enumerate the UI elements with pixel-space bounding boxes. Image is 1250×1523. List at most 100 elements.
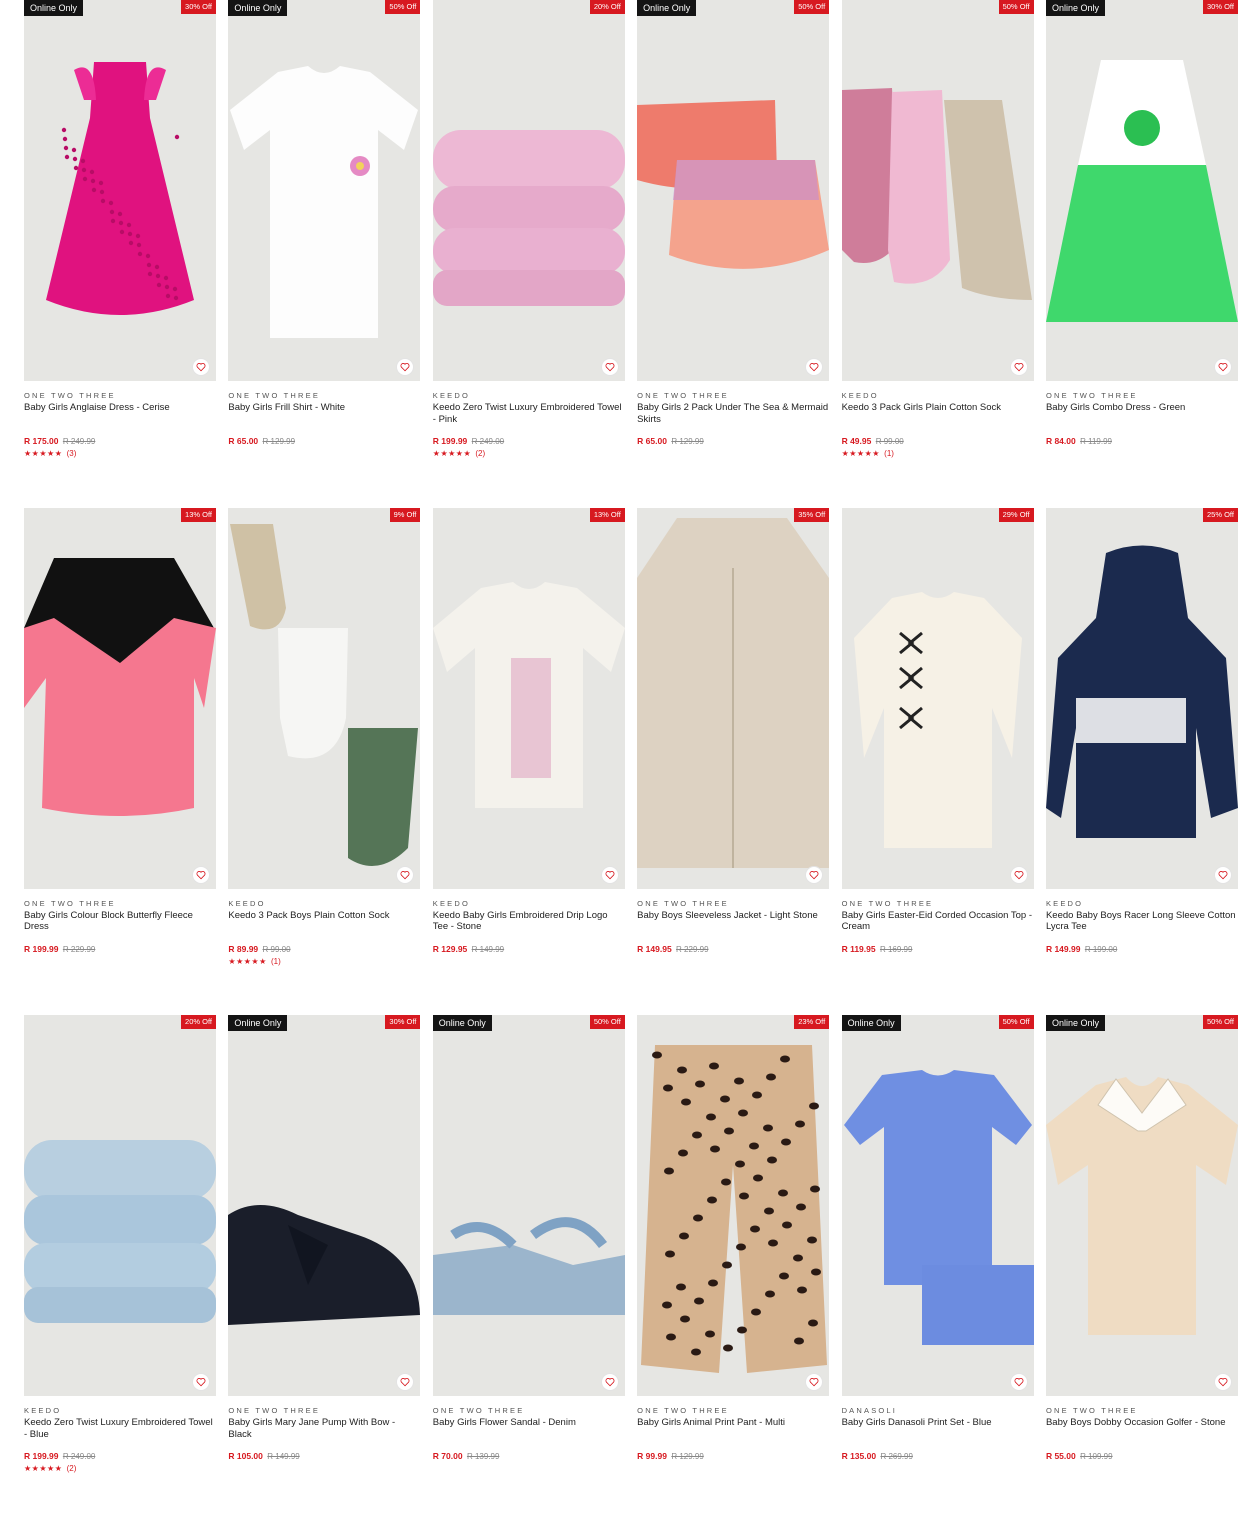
product-card[interactable]: Online Only 30% Off ONE TWO THREE Baby G… [228, 1015, 421, 1523]
product-card[interactable]: Online Only 50% Off DANASOLI Baby Girls … [841, 1015, 1034, 1523]
product-card[interactable]: 9% Off KEEDO Keedo 3 Pack Boys Plain Cot… [228, 507, 421, 1016]
product-brand: ONE TWO THREE [637, 1406, 729, 1415]
product-card[interactable]: Online Only 50% Off ONE TWO THREE Baby G… [637, 0, 830, 508]
product-name[interactable]: Keedo Zero Twist Luxury Embroidered Towe… [433, 402, 625, 436]
heart-icon [196, 1378, 206, 1387]
wishlist-button[interactable] [1213, 1373, 1232, 1391]
product-image[interactable]: Online Only 30% Off [1045, 0, 1238, 381]
product-image[interactable]: Online Only 50% Off [228, 0, 421, 381]
product-image-art [641, 1045, 828, 1373]
product-image[interactable]: 20% Off [432, 0, 625, 381]
product-name[interactable]: Baby Boys Sleeveless Jacket - Light Ston… [637, 910, 829, 944]
wishlist-button[interactable] [1009, 358, 1028, 376]
product-card[interactable]: 29% Off ONE TWO THREE Baby Girls Easter-… [841, 507, 1034, 1016]
product-grid: Online Only 30% Off ONE TWO THREE Baby G… [24, 0, 1238, 1523]
product-price: R 99.99 R 129.99 [637, 1451, 829, 1462]
product-card[interactable]: 20% Off KEEDO Keedo Zero Twist Luxury Em… [24, 1015, 216, 1523]
product-image-art [24, 1140, 216, 1323]
product-image-art [432, 130, 625, 306]
product-image[interactable]: Online Only 50% Off [432, 1015, 625, 1396]
product-card[interactable]: Online Only 30% Off ONE TWO THREE Baby G… [1045, 0, 1238, 508]
product-price: R 175.00 R 249.99 [24, 436, 216, 447]
original-price: R 129.99 [671, 1452, 704, 1461]
product-name[interactable]: Baby Girls Anglaise Dress - Cerise [24, 402, 216, 436]
product-name[interactable]: Baby Girls Animal Print Pant - Multi [637, 1417, 829, 1451]
wishlist-button[interactable] [192, 865, 210, 884]
wishlist-button[interactable] [396, 865, 415, 884]
product-name[interactable]: Keedo 3 Pack Boys Plain Cotton Sock [228, 910, 420, 944]
product-price: R 49.95 R 99.00 [842, 436, 1034, 447]
discount-badge: 50% Off [794, 0, 830, 14]
product-card[interactable]: Online Only 30% Off ONE TWO THREE Baby G… [24, 0, 216, 508]
product-image[interactable]: 29% Off [841, 507, 1034, 889]
product-image[interactable]: 35% Off [637, 507, 830, 889]
product-card[interactable]: 20% Off KEEDO Keedo Zero Twist Luxury Em… [432, 0, 625, 508]
product-image[interactable]: Online Only 50% Off [841, 1015, 1034, 1396]
original-price: R 129.99 [262, 437, 296, 446]
heart-icon [196, 870, 206, 879]
product-image[interactable]: 13% Off [24, 507, 216, 889]
star-icon: ★★★★★ [841, 449, 880, 458]
product-name[interactable]: Baby Girls Easter-Eid Corded Occasion To… [842, 910, 1034, 944]
star-icon: ★★★★★ [228, 956, 267, 966]
product-name[interactable]: Baby Girls Danasoli Print Set - Blue [842, 1417, 1034, 1451]
product-image[interactable]: 20% Off [24, 1015, 216, 1396]
wishlist-button[interactable] [192, 1373, 210, 1391]
product-image[interactable]: 23% Off [637, 1015, 830, 1396]
product-image[interactable]: 50% Off [841, 0, 1034, 381]
wishlist-button[interactable] [600, 1373, 619, 1391]
product-card[interactable]: Online Only 50% Off ONE TWO THREE Baby G… [432, 1015, 625, 1523]
wishlist-button[interactable] [192, 358, 210, 376]
product-name[interactable]: Keedo 3 Pack Girls Plain Cotton Sock [842, 402, 1034, 436]
discount-badge: 23% Off [794, 1015, 830, 1029]
product-name[interactable]: Keedo Baby Girls Embroidered Drip Logo T… [433, 910, 625, 944]
product-card[interactable]: 25% Off KEEDO Keedo Baby Boys Racer Long… [1045, 507, 1238, 1016]
product-card[interactable]: Online Only 50% Off ONE TWO THREE Baby B… [1045, 1015, 1238, 1523]
review-count: (1) [270, 956, 281, 966]
wishlist-button[interactable] [805, 865, 824, 884]
product-image[interactable]: Online Only 30% Off [228, 1015, 421, 1396]
product-name[interactable]: Baby Girls Flower Sandal - Denim [433, 1417, 625, 1451]
product-price: R 84.00 R 119.99 [1046, 436, 1238, 447]
product-image[interactable]: Online Only 50% Off [1045, 1015, 1238, 1396]
product-image[interactable]: 9% Off [228, 507, 421, 889]
discount-badge: 50% Off [998, 0, 1034, 14]
product-name[interactable]: Baby Girls 2 Pack Under The Sea & Mermai… [637, 402, 829, 436]
sale-price: R 149.95 [637, 943, 672, 954]
product-name[interactable]: Baby Girls Frill Shirt - White [228, 402, 420, 436]
product-name[interactable]: Keedo Zero Twist Luxury Embroidered Towe… [24, 1417, 216, 1451]
product-image[interactable]: 25% Off [1045, 507, 1238, 889]
product-image-art [853, 591, 1022, 848]
heart-icon [809, 1378, 819, 1387]
wishlist-button[interactable] [600, 865, 619, 884]
product-price: R 199.99 R 249.00 [433, 436, 625, 447]
wishlist-button[interactable] [1009, 865, 1028, 884]
product-name[interactable]: Baby Boys Dobby Occasion Golfer - Stone [1046, 1417, 1238, 1451]
product-card[interactable]: 13% Off KEEDO Keedo Baby Girls Embroider… [432, 507, 625, 1016]
product-image-art [230, 66, 419, 338]
wishlist-button[interactable] [600, 358, 619, 376]
product-name[interactable]: Baby Girls Mary Jane Pump With Bow - Bla… [228, 1417, 420, 1451]
original-price: R 119.99 [1080, 437, 1112, 446]
wishlist-button[interactable] [1213, 865, 1232, 884]
product-price: R 119.95 R 169.99 [842, 944, 1034, 955]
product-image-art [637, 517, 830, 868]
heart-icon [605, 363, 615, 372]
heart-icon [1014, 870, 1024, 879]
product-card[interactable]: 23% Off ONE TWO THREE Baby Girls Animal … [637, 1015, 830, 1523]
product-name[interactable]: Baby Girls Combo Dress - Green [1046, 402, 1238, 436]
heart-icon [809, 363, 819, 372]
product-image[interactable]: Online Only 30% Off [24, 0, 216, 381]
product-card[interactable]: 35% Off ONE TWO THREE Baby Boys Sleevele… [637, 507, 830, 1016]
product-card[interactable]: 13% Off ONE TWO THREE Baby Girls Colour … [24, 507, 216, 1016]
product-name[interactable]: Baby Girls Colour Block Butterfly Fleece… [24, 910, 216, 944]
wishlist-button[interactable] [1009, 1373, 1028, 1391]
product-name[interactable]: Keedo Baby Boys Racer Long Sleeve Cotton… [1046, 910, 1238, 944]
product-image[interactable]: 13% Off [432, 507, 625, 889]
product-card[interactable]: Online Only 50% Off ONE TWO THREE Baby G… [228, 0, 421, 508]
wishlist-button[interactable] [1213, 358, 1232, 376]
product-card[interactable]: 50% Off KEEDO Keedo 3 Pack Girls Plain C… [841, 0, 1034, 508]
product-image-art [230, 523, 419, 866]
product-image[interactable]: Online Only 50% Off [637, 0, 830, 381]
product-image-art [1045, 1077, 1238, 1335]
